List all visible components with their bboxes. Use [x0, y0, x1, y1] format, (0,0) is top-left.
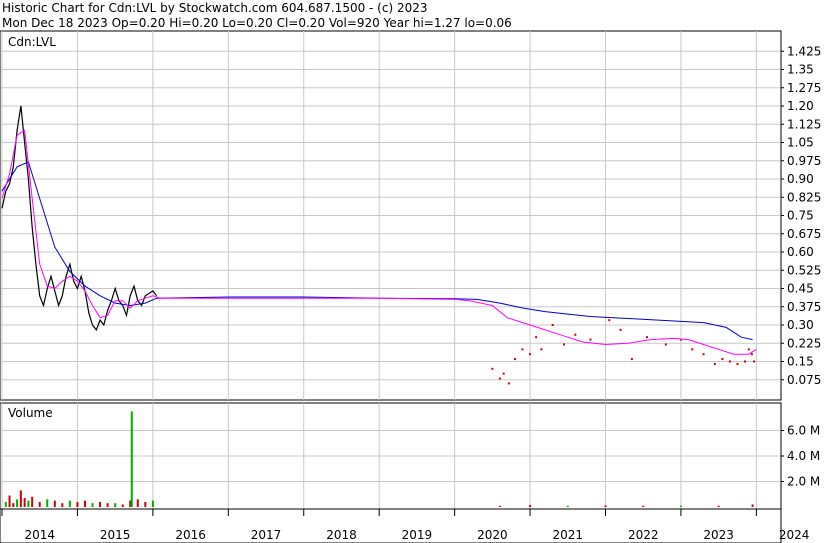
price-trade-dot — [502, 372, 505, 375]
volume-bar — [12, 503, 15, 507]
volume-y-tick-label: 6.0 M — [787, 424, 820, 438]
price-trade-dot — [736, 362, 739, 365]
price-trade-dot — [507, 382, 510, 385]
volume-bar — [23, 498, 26, 507]
price-trade-dot — [630, 358, 633, 361]
volume-bar — [604, 505, 607, 507]
price-y-tick-label: 1.20 — [787, 99, 814, 113]
volume-y-tick-label: 2.0 M — [787, 475, 820, 489]
price-y-tick-label: 0.525 — [787, 263, 821, 277]
symbol-label: Cdn:LVL — [8, 35, 56, 49]
price-y-tick-label: 0.30 — [787, 318, 814, 332]
volume-y-axis: 6.0 M 4.0 M 2.0 M — [781, 424, 820, 489]
price-y-tick-label: 0.75 — [787, 209, 814, 223]
volume-bar — [8, 495, 11, 507]
x-tick-label: 2018 — [326, 528, 357, 542]
volume-bar — [751, 504, 754, 507]
price-y-tick-label: 0.15 — [787, 355, 814, 369]
volume-bar — [99, 501, 102, 507]
price-trade-dot — [574, 333, 577, 336]
price-y-tick-label: 0.225 — [787, 336, 821, 350]
x-tick-label: 2017 — [251, 528, 282, 542]
volume-bar — [27, 500, 30, 507]
volume-bar — [106, 503, 109, 507]
volume-bar — [38, 501, 41, 507]
price-y-tick-label: 1.125 — [787, 117, 821, 131]
price-y-tick-label: 0.375 — [787, 300, 821, 314]
volume-bar — [679, 505, 682, 507]
volume-bar — [53, 500, 56, 507]
volume-bar — [16, 499, 19, 507]
price-trade-dot — [691, 348, 694, 351]
price-trade-dot — [529, 353, 532, 356]
volume-bar — [144, 501, 147, 507]
volume-bar — [61, 503, 64, 507]
x-tick-label: 2015 — [100, 528, 131, 542]
price-trade-dot — [619, 328, 622, 331]
price-trade-dot — [513, 358, 516, 361]
price-y-tick-label: 0.90 — [787, 172, 814, 186]
x-tick-label: 2021 — [553, 528, 584, 542]
volume-bar — [136, 499, 139, 507]
price-y-tick-label: 0.45 — [787, 282, 814, 296]
price-y-tick-label: 1.275 — [787, 81, 821, 95]
volume-bar — [83, 500, 86, 507]
price-trade-dot — [753, 360, 756, 363]
price-trade-dot — [521, 348, 524, 351]
volume-bar — [529, 505, 532, 507]
volume-bar — [68, 500, 71, 507]
price-y-tick-label: 1.35 — [787, 63, 814, 77]
price-y-tick-label: 0.975 — [787, 154, 821, 168]
x-tick-label: 2014 — [24, 528, 55, 542]
price-y-axis: 1.425 1.35 1.275 1.20 1.125 1.05 0.975 0.90 0.82… — [781, 44, 821, 387]
price-trade-dot — [744, 360, 747, 363]
price-trade-dot — [540, 348, 543, 351]
volume-bar — [76, 501, 79, 507]
price-y-tick-label: 0.825 — [787, 190, 821, 204]
historic-chart: 1.425 1.35 1.275 1.20 1.125 1.05 0.975 0.90 0.82… — [0, 30, 821, 543]
price-trade-dot — [498, 377, 501, 380]
price-trade-dot — [589, 338, 592, 341]
price-trade-dot — [702, 353, 705, 356]
price-trade-dot — [535, 336, 538, 339]
price-trade-dot — [664, 343, 667, 346]
volume-bar — [31, 496, 34, 507]
price-y-tick-label: 0.675 — [787, 227, 821, 241]
volume-bar — [498, 505, 501, 507]
volume-bar — [642, 505, 645, 507]
volume-bar — [566, 505, 569, 507]
price-y-tick-label: 1.425 — [787, 44, 821, 58]
volume-bar — [46, 499, 49, 507]
price-trade-dot — [721, 358, 724, 361]
volume-bar — [4, 501, 7, 507]
x-tick-label: 2020 — [477, 528, 508, 542]
volume-bar — [91, 503, 94, 507]
price-trade-dot — [608, 319, 611, 322]
price-y-tick-label: 1.05 — [787, 136, 814, 150]
x-tick-label: 2022 — [628, 528, 659, 542]
volume-bar — [121, 504, 124, 507]
price-y-tick-label: 0.60 — [787, 245, 814, 259]
volume-bar — [19, 490, 22, 507]
volume-bar — [717, 505, 720, 507]
price-trade-dot — [563, 343, 566, 346]
volume-y-tick-label: 4.0 M — [787, 449, 820, 463]
price-trade-dot — [551, 324, 554, 326]
x-tick-label: 2019 — [402, 528, 433, 542]
volume-bar — [151, 500, 154, 507]
x-tick-label: 2016 — [175, 528, 206, 542]
volume-bar — [130, 411, 133, 507]
x-tick-label: 2023 — [703, 528, 734, 542]
price-trade-dot — [645, 336, 648, 339]
price-y-tick-label: 0.075 — [787, 373, 821, 387]
volume-label: Volume — [8, 406, 53, 420]
price-trade-dot — [750, 353, 753, 356]
x-tick-label: 2024 — [779, 528, 810, 542]
price-trade-dot — [713, 362, 716, 365]
price-trade-dot — [747, 348, 750, 351]
volume-bar — [114, 503, 117, 507]
price-trade-dot — [491, 367, 494, 370]
price-trade-dot — [728, 360, 731, 363]
